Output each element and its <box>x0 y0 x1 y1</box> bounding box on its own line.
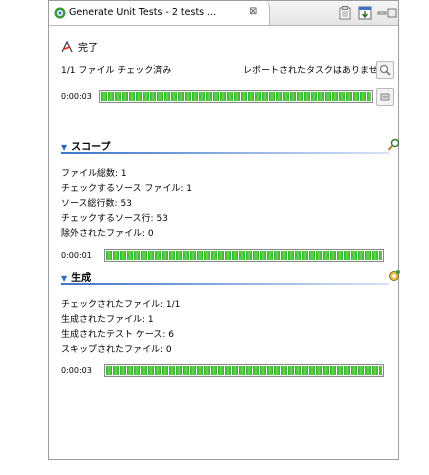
stop-button[interactable] <box>376 88 394 106</box>
scope-line-checked-lines: チェックするソース行: 53 <box>61 214 168 224</box>
run-complete-icon <box>61 40 73 53</box>
overall-progress-fill <box>101 92 371 101</box>
scope-section-divider <box>61 152 389 154</box>
overall-elapsed-time: 0:00:03 <box>61 92 92 101</box>
collapse-scope-icon[interactable]: ▼ <box>61 143 67 152</box>
gen-line-generated-files: 生成されたファイル: 1 <box>61 315 154 325</box>
report-button[interactable] <box>376 61 394 79</box>
maximize-icon[interactable] <box>387 6 397 20</box>
gen-line-checked-files: チェックされたファイル: 1/1 <box>61 300 181 310</box>
files-checked-text: 1/1 ファイル チェック済み <box>61 66 172 76</box>
close-tab-icon[interactable]: ⊠ <box>249 6 257 17</box>
generation-section-divider <box>61 283 389 285</box>
view-tab-title: Generate Unit Tests - 2 tests ... <box>69 7 217 18</box>
scope-elapsed-time: 0:00:01 <box>61 251 92 260</box>
generation-progress-bar <box>104 364 384 377</box>
status-label: 完了 <box>78 43 98 54</box>
collapse-generation-icon[interactable]: ▼ <box>61 274 67 283</box>
generate-tests-icon <box>54 7 66 19</box>
generation-section-header[interactable]: ▼ 生成 <box>61 269 91 284</box>
generation-elapsed-time: 0:00:03 <box>61 366 92 375</box>
view-tab-bar: Generate Unit Tests - 2 tests ... ⊠ <box>49 1 398 26</box>
scope-line-source-files: チェックするソース ファイル: 1 <box>61 184 193 194</box>
test-progress-view: Generate Unit Tests - 2 tests ... ⊠ 完了 1… <box>48 0 401 460</box>
gen-line-skipped-files: スキップされたファイル: 0 <box>61 345 172 355</box>
view-tab[interactable]: Generate Unit Tests - 2 tests ... ⊠ <box>49 1 270 25</box>
scope-section-header[interactable]: ▼ スコープ <box>61 138 111 153</box>
overall-progress-bar <box>99 90 373 103</box>
scope-line-excluded-files: 除外されたファイル: 0 <box>61 229 154 239</box>
status-line: 完了 <box>61 39 98 54</box>
clipboard-icon[interactable] <box>338 6 352 20</box>
generation-progress-fill <box>106 366 382 375</box>
gen-line-generated-cases: 生成されたテスト ケース: 6 <box>61 330 175 340</box>
generation-gear-icon[interactable] <box>387 269 401 283</box>
scope-progress-fill <box>106 251 382 260</box>
reported-tasks-text: レポートされたタスクはありません <box>243 66 387 76</box>
stop-icon <box>380 93 390 101</box>
scope-progress-bar <box>104 249 384 262</box>
magnifier-report-icon <box>379 64 391 76</box>
pin-view-icon[interactable] <box>358 6 372 20</box>
scope-search-icon[interactable] <box>387 138 401 152</box>
scope-line-total-lines: ソース総行数: 53 <box>61 199 132 209</box>
scope-line-total-files: ファイル総数: 1 <box>61 169 127 179</box>
